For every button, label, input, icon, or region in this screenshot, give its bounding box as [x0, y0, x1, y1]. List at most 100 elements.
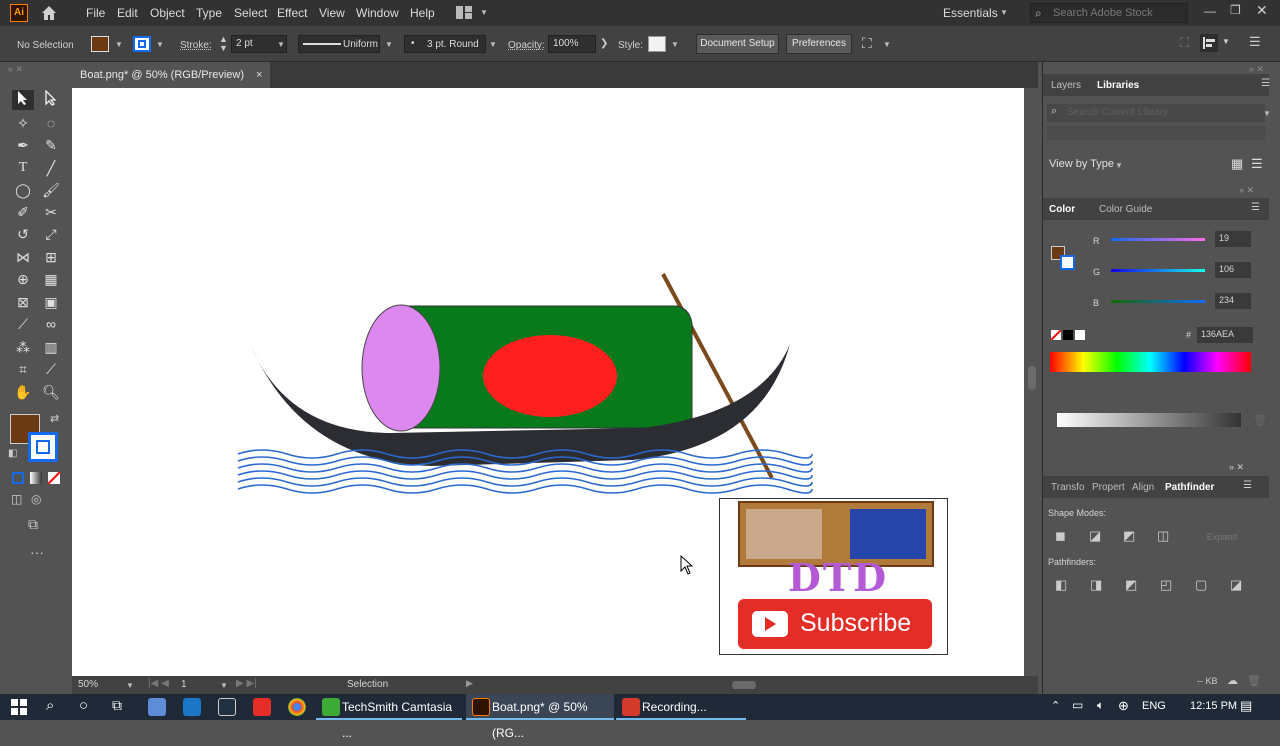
tab-properties[interactable]: Propert [1092, 482, 1125, 493]
column-graph-tool-icon[interactable]: ▥ [40, 337, 62, 357]
arrange-documents-icon[interactable] [456, 6, 472, 19]
tab-libraries[interactable]: Libraries [1097, 80, 1139, 91]
r-slider[interactable] [1111, 238, 1205, 241]
status-menu-arrow-icon[interactable]: ▶ [466, 678, 473, 689]
network-icon[interactable]: ⊕ [1118, 698, 1129, 714]
tab-layers[interactable]: Layers [1051, 80, 1081, 91]
artboard-nav-prev-icon[interactable]: |◀ ◀ [148, 678, 169, 689]
g-slider[interactable] [1111, 269, 1205, 272]
camera-icon[interactable] [218, 698, 236, 716]
stroke-label[interactable]: Stroke: [180, 40, 212, 51]
brush-definition[interactable]: • 3 pt. Round [404, 35, 486, 53]
tab-color[interactable]: Color [1049, 204, 1075, 215]
r-value-field[interactable]: 19 [1215, 231, 1251, 247]
youtube-icon[interactable] [253, 698, 271, 716]
intersect-icon[interactable]: ◩ [1123, 528, 1135, 544]
direct-selection-tool-icon[interactable] [40, 89, 62, 110]
expand-button[interactable]: Expand [1193, 530, 1251, 544]
menu-effect[interactable]: Effect [277, 6, 307, 20]
tab-color-guide[interactable]: Color Guide [1099, 204, 1152, 215]
library-search-field[interactable]: ⌕ Search Current Library ▼ [1047, 104, 1271, 122]
curvature-tool-icon[interactable]: ✎ [40, 135, 62, 155]
workspace-switcher[interactable]: Essentials [943, 6, 998, 20]
artboard-tool-icon[interactable]: ⌗ [12, 359, 34, 379]
more-tools-icon[interactable]: ··· [30, 544, 44, 560]
shape-builder-tool-icon[interactable]: ⊕ [12, 269, 34, 289]
exclude-icon[interactable]: ◫ [1157, 528, 1169, 544]
clock[interactable]: 12:15 PM [1190, 700, 1237, 712]
trash-icon[interactable]: 🗑︎ [1253, 414, 1267, 427]
default-colors-icon[interactable]: ◧ [8, 448, 17, 459]
volume-icon[interactable]: 🔈︎ [1097, 698, 1104, 713]
subscribe-button[interactable]: Subscribe [738, 599, 932, 649]
black-swatch[interactable] [1063, 330, 1073, 340]
chrome-icon[interactable] [288, 698, 306, 716]
tab-align[interactable]: Align [1132, 482, 1154, 493]
library-dropdown[interactable] [1047, 126, 1265, 140]
notifications-icon[interactable]: ▤ [1240, 698, 1252, 714]
trim-icon[interactable]: ◨ [1090, 577, 1102, 593]
artboard-nav-next-icon[interactable]: ▶ ▶| [236, 678, 257, 689]
search-icon[interactable]: ⌕ [46, 697, 54, 714]
show-hidden-icons[interactable]: ⌃ [1051, 699, 1060, 712]
menu-help[interactable]: Help [410, 6, 435, 20]
tab-pathfinder[interactable]: Pathfinder [1165, 482, 1214, 493]
align-panel-icon[interactable] [1200, 34, 1218, 52]
blend-tool-icon[interactable]: ∞ [40, 314, 62, 334]
outline-icon[interactable]: ▢ [1195, 577, 1207, 593]
scroll-thumb[interactable] [1028, 366, 1036, 390]
type-tool-icon[interactable]: T [12, 158, 34, 178]
chevron-right-icon[interactable]: ❯ [600, 38, 608, 49]
hand-tool-icon[interactable]: ✋ [12, 382, 34, 402]
taskbar-illustrator[interactable]: Boat.png* @ 50% (RG... [466, 694, 614, 740]
crop-icon[interactable]: ◰ [1160, 577, 1172, 593]
swap-fill-stroke-icon[interactable]: ⇄ [50, 412, 59, 425]
width-tool-icon[interactable]: ⋈ [12, 247, 34, 267]
opacity-field[interactable]: 100% [548, 35, 596, 53]
selection-tool-icon[interactable] [12, 90, 34, 110]
gradient-mode-icon[interactable] [30, 472, 42, 484]
transform-icon[interactable]: ⛶ [862, 35, 872, 52]
task-view-icon[interactable]: ⧉ [112, 697, 122, 714]
perspective-grid-tool-icon[interactable]: ▦ [40, 269, 62, 289]
mesh-tool-icon[interactable]: ⊠ [12, 292, 34, 312]
hex-value-field[interactable]: 136AEA [1197, 327, 1253, 343]
close-tab-icon[interactable]: × [256, 62, 262, 88]
rotate-tool-icon[interactable]: ↺ [12, 224, 34, 244]
b-value-field[interactable]: 234 [1215, 293, 1251, 309]
zoom-level[interactable]: 50% [78, 679, 98, 690]
g-value-field[interactable]: 106 [1215, 262, 1251, 278]
symbol-sprayer-tool-icon[interactable]: ⁂ [12, 337, 34, 357]
restore-icon[interactable]: ❐ [1230, 3, 1241, 17]
lasso-tool-icon[interactable]: ◌ [40, 113, 62, 133]
menu-type[interactable]: Type [196, 6, 222, 20]
menu-window[interactable]: Window [356, 6, 399, 20]
collapse-toolbar-icon[interactable]: « ✕ [8, 64, 23, 75]
list-view-icon[interactable]: ☰ [1251, 156, 1263, 172]
menu-select[interactable]: Select [234, 6, 267, 20]
search-stock-field[interactable]: ⌕ Search Adobe Stock [1030, 3, 1188, 23]
draw-normal-icon[interactable]: ◫ [11, 492, 22, 506]
b-slider[interactable] [1111, 300, 1205, 303]
delete-icon[interactable]: 🗑︎ [1247, 674, 1261, 687]
isolate-icon[interactable]: ⛶ [1180, 35, 1189, 51]
h-scroll-thumb[interactable] [732, 681, 756, 689]
slice-tool-icon[interactable]: ⟋ [40, 359, 62, 379]
menu-object[interactable]: Object [150, 6, 185, 20]
close-icon[interactable]: ✕ [1256, 2, 1268, 19]
free-transform-tool-icon[interactable]: ⊞ [40, 247, 62, 267]
panel-menu-icon[interactable]: ☰ [1243, 480, 1252, 491]
color-spectrum[interactable] [1050, 352, 1251, 372]
menu-lines-icon[interactable]: ☰ [1249, 34, 1261, 50]
menu-view[interactable]: View [319, 6, 345, 20]
minimize-icon[interactable]: — [1204, 4, 1216, 18]
artboard[interactable]: DTD Subscribe [72, 88, 1024, 676]
none-mode-icon[interactable] [47, 471, 61, 485]
shaper-tool-icon[interactable]: ✐ [12, 202, 34, 222]
opacity-label[interactable]: Opacity: [508, 40, 545, 51]
horizontal-scrollbar[interactable] [480, 680, 1020, 690]
menu-edit[interactable]: Edit [117, 6, 138, 20]
document-tab[interactable]: Boat.png* @ 50% (RGB/Preview) × [72, 62, 270, 88]
sync-icon[interactable]: ☁ [1227, 674, 1238, 687]
windows-start-icon[interactable] [11, 699, 27, 715]
